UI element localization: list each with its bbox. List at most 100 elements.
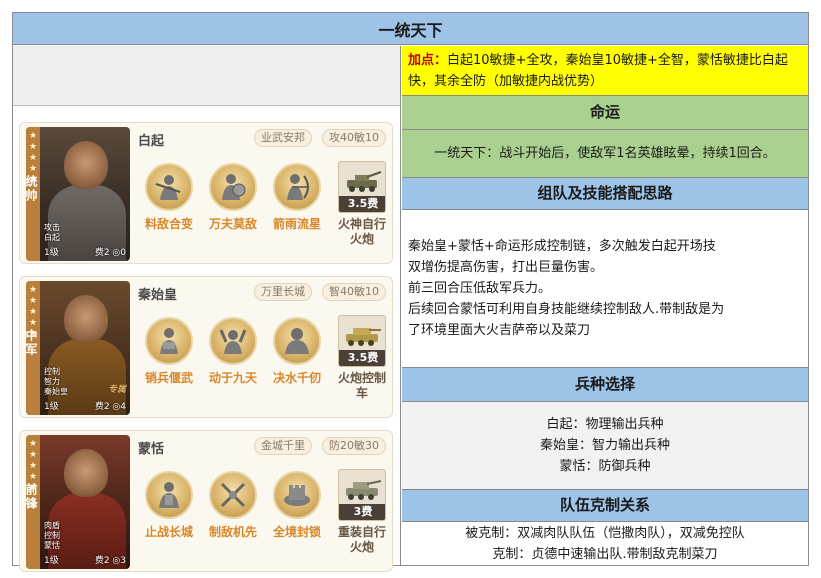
unit-type-header: 兵种选择 — [402, 368, 808, 402]
skill-slot-1[interactable]: 料敌合变 — [140, 163, 198, 231]
hero-title-badge: 万里长城 — [254, 283, 312, 301]
skill-slot-3[interactable]: 全境封锁 — [268, 471, 326, 539]
equipment-name: 火炮控制车 — [337, 371, 386, 400]
team-line: 后续回合蒙恬可利用自身技能继续控制敌人.带制敌是为 — [408, 302, 725, 317]
team-line: 双增伤提高伤害，打出巨量伤害。 — [408, 260, 604, 275]
hero-portrait: ★ ★ ★ ★ ★ 前锋 肉盾 控制 蒙恬 1级 费2 ◎3 — [26, 435, 130, 569]
equipment-slot[interactable]: 3费 重装自行火炮 — [336, 469, 388, 555]
left-blank-cell — [13, 46, 401, 106]
unit-line: 秦始皇：智力输出兵种 — [539, 438, 670, 453]
shield-warrior-icon — [209, 163, 257, 211]
hero-portrait: ★ ★ ★ ★ ★ 中军 控制 智力 秦始皇 专属 1级 费2 ◎4 — [26, 281, 130, 415]
team-line: 前三回合压低敌军兵力。 — [408, 281, 552, 296]
portrait-caption: 控制 智力 秦始皇 — [44, 367, 68, 396]
skill-slot-2[interactable]: 万夫莫敌 — [204, 163, 262, 231]
hero-cost-label: 费2 — [94, 248, 110, 258]
skill-name: 销兵偃武 — [144, 371, 193, 385]
hero-slot: 4 — [120, 402, 126, 412]
hero-stat-badge: 防20敏30 — [322, 437, 386, 455]
sheet-title: 一统天下 — [13, 13, 808, 45]
unit-line: 蒙恬：防御兵种 — [559, 459, 651, 474]
hero-card-baiqi[interactable]: ★ ★ ★ ★ ★ 统帅 攻击 白起 1级 费2 ◎0 白起 业武安邦 攻40敏… — [19, 122, 393, 264]
skill-slot-2[interactable]: 动于九天 — [204, 317, 262, 385]
raised-arms-icon — [209, 317, 257, 365]
hero-role: 统帅 — [26, 175, 38, 203]
equipment-cost: 3费 — [339, 504, 385, 520]
hero-name: 秦始皇 — [138, 288, 178, 303]
hero-portrait: ★ ★ ★ ★ ★ 统帅 攻击 白起 1级 费2 ◎0 — [26, 127, 130, 261]
skill-name: 动于九天 — [208, 371, 257, 385]
hero-cost-label: 费2 — [94, 402, 110, 412]
hero-stat-badge: 智40敏10 — [322, 283, 386, 301]
skill-slot-3[interactable]: 箭雨流星 — [268, 163, 326, 231]
hero-cost-label: 费2 — [94, 556, 110, 566]
hero-name: 蒙恬 — [138, 442, 165, 457]
hero-name: 白起 — [138, 134, 165, 149]
scholar-icon — [145, 317, 193, 365]
hero-figure-head — [64, 449, 108, 497]
skill-slot-1[interactable]: 止战长城 — [140, 471, 198, 539]
hero-slot: 3 — [120, 556, 126, 566]
strategy-sheet: 一统天下 ★ ★ ★ ★ ★ 统帅 攻击 白起 1级 费2 ◎0 白起 业武安邦… — [12, 12, 809, 572]
hero-level: 1级 — [44, 556, 59, 566]
equipment-cost: 3.5费 — [339, 350, 385, 366]
tip-prefix: 加点： — [408, 52, 448, 68]
hero-stat-badge: 攻40敏10 — [322, 129, 386, 147]
team-line: 秦始皇+蒙恬+命运形成控制链，多次触发白起开场技 — [408, 239, 716, 254]
hero-level: 1级 — [44, 402, 59, 412]
hero-lineup: ★ ★ ★ ★ ★ 统帅 攻击 白起 1级 费2 ◎0 白起 业武安邦 攻40敏… — [13, 106, 401, 572]
skill-slot-1[interactable]: 销兵偃武 — [140, 317, 198, 385]
skill-name: 全境封锁 — [272, 525, 321, 539]
hero-cost: 费2 ◎0 — [94, 248, 126, 258]
counter-body: 被克制：双减肉队队伍（恺撒肉队），双减免控队 克制：贞德中速输出队.带制敌克制菜… — [402, 522, 808, 565]
tip-body: 白起10敏捷+全攻，秦始皇10敏捷+全智，蒙恬敏捷比白起快，其余全防（加敏捷内战… — [408, 52, 788, 89]
skill-name: 料敌合变 — [144, 217, 193, 231]
hero-title-badge: 金城千里 — [254, 437, 312, 455]
hero-role: 前锋 — [26, 483, 38, 511]
archer-icon — [273, 163, 321, 211]
artillery-icon: 3.5费 — [338, 161, 386, 213]
hero-cost: 费2 ◎3 — [94, 556, 126, 566]
equipment-slot[interactable]: 3.5费 火神自行火炮 — [336, 161, 388, 247]
equipment-slot[interactable]: 3.5费 火炮控制车 — [336, 315, 388, 401]
stat-allocation-tip: 加点：白起10敏捷+全攻，秦始皇10敏捷+全智，蒙恬敏捷比白起快，其余全防（加敏… — [402, 46, 808, 96]
counter-header: 队伍克制关系 — [402, 490, 808, 522]
exclusive-tag: 专属 — [107, 385, 126, 395]
crossed-weapons-icon — [209, 471, 257, 519]
skill-name: 制敌机先 — [208, 525, 257, 539]
hero-role: 中军 — [26, 329, 38, 357]
control-vehicle-icon: 3.5费 — [338, 315, 386, 367]
skill-slot-3[interactable]: 决水千仞 — [268, 317, 326, 385]
hero-card-qinshihuang[interactable]: ★ ★ ★ ★ ★ 中军 控制 智力 秦始皇 专属 1级 费2 ◎4 秦始皇 万… — [19, 276, 393, 418]
heavy-artillery-icon: 3费 — [338, 469, 386, 521]
counter-line: 克制：贞德中速输出队.带制敌克制菜刀 — [492, 546, 718, 562]
unit-line: 白起：物理输出兵种 — [546, 417, 664, 432]
hero-card-mengtian[interactable]: ★ ★ ★ ★ ★ 前锋 肉盾 控制 蒙恬 1级 费2 ◎3 蒙恬 金城千里 防… — [19, 430, 393, 572]
hero-slot: 0 — [120, 248, 126, 258]
fortress-icon — [273, 471, 321, 519]
counter-line: 被克制：双减肉队队伍（恺撒肉队），双减免控队 — [465, 525, 745, 541]
equipment-name: 重装自行火炮 — [337, 525, 386, 554]
strategy-panel: 加点：白起10敏捷+全攻，秦始皇10敏捷+全智，蒙恬敏捷比白起快，其余全防（加敏… — [402, 46, 808, 565]
hero-figure-head — [64, 141, 108, 189]
equipment-cost: 3.5费 — [339, 196, 385, 212]
ape-warrior-icon — [273, 317, 321, 365]
skill-name: 箭雨流星 — [272, 217, 321, 231]
stat-allocation-text: 加点：白起10敏捷+全攻，秦始皇10敏捷+全智，蒙恬敏捷比白起快，其余全防（加敏… — [408, 50, 802, 92]
hero-level: 1级 — [44, 248, 59, 258]
unit-type-body: 白起：物理输出兵种 秦始皇：智力输出兵种 蒙恬：防御兵种 — [402, 402, 808, 490]
fate-header: 命运 — [402, 96, 808, 130]
equipment-name: 火神自行火炮 — [337, 217, 386, 246]
armored-guard-icon — [145, 471, 193, 519]
hero-figure-head — [64, 295, 108, 343]
hero-title-badge: 业武安邦 — [254, 129, 312, 147]
skill-slot-2[interactable]: 制敌机先 — [204, 471, 262, 539]
portrait-caption: 攻击 白起 — [44, 223, 60, 242]
hero-cost: 费2 ◎4 — [94, 402, 126, 412]
warrior-skill-icon — [145, 163, 193, 211]
team-strategy-body: 秦始皇+蒙恬+命运形成控制链，多次触发白起开场技 双增伤提高伤害，打出巨量伤害。… — [402, 210, 808, 368]
skill-name: 止战长城 — [144, 525, 193, 539]
fate-description: 一统天下：战斗开始后，使敌军1名英雄眩晕，持续1回合。 — [402, 130, 808, 178]
portrait-caption: 肉盾 控制 蒙恬 — [44, 521, 60, 550]
skill-name: 万夫莫敌 — [208, 217, 257, 231]
